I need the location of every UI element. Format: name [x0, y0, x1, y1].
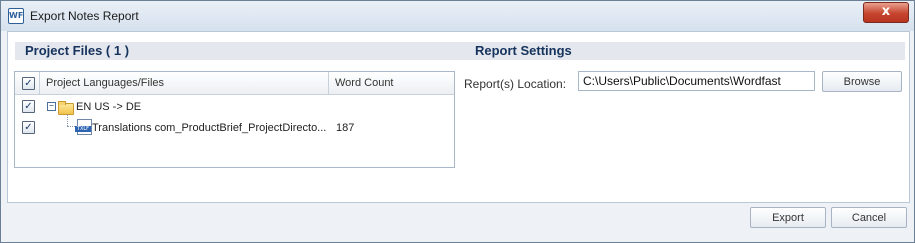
file-name-label[interactable]: Translations com_ProductBrief_ProjectDir… [92, 122, 326, 134]
report-location-label: Report(s) Location: [464, 77, 567, 91]
wordfast-app-icon: WF [8, 8, 24, 24]
project-files-tree: ✓ Project Languages/Files Word Count ✓ −… [14, 71, 455, 168]
project-files-header: Project Files ( 1 ) [15, 42, 466, 60]
row-checkbox-language-pair[interactable]: ✓ [22, 100, 35, 113]
column-separator [39, 72, 40, 94]
column-separator [328, 72, 329, 94]
txlf-file-icon: TXLF [75, 119, 92, 135]
column-header-word-count[interactable]: Word Count [335, 77, 394, 89]
export-button[interactable]: Export [750, 207, 826, 228]
language-pair-label[interactable]: EN US -> DE [76, 101, 141, 113]
collapse-icon[interactable]: − [47, 102, 56, 111]
tree-connector [67, 126, 75, 127]
report-location-input[interactable] [578, 71, 815, 91]
close-button[interactable]: x [863, 2, 909, 23]
row-checkbox-file[interactable]: ✓ [22, 121, 35, 134]
report-settings-header: Report Settings [465, 42, 905, 60]
folder-icon [58, 101, 74, 115]
title-bar: WF Export Notes Report x [1, 1, 914, 31]
browse-button[interactable]: Browse [822, 71, 902, 92]
dialog-content: Project Files ( 1 ) Report Settings ✓ Pr… [7, 31, 910, 203]
window-title: Export Notes Report [30, 9, 139, 23]
tree-connector [67, 114, 68, 126]
cancel-button[interactable]: Cancel [831, 207, 907, 228]
file-word-count: 187 [336, 122, 355, 134]
tree-header-row: ✓ Project Languages/Files Word Count [15, 72, 454, 95]
export-notes-report-dialog: WF Export Notes Report x Project Files (… [0, 0, 915, 243]
txlf-tag: TXLF [75, 126, 91, 132]
column-header-languages-files[interactable]: Project Languages/Files [46, 77, 164, 89]
select-all-checkbox[interactable]: ✓ [22, 77, 35, 90]
